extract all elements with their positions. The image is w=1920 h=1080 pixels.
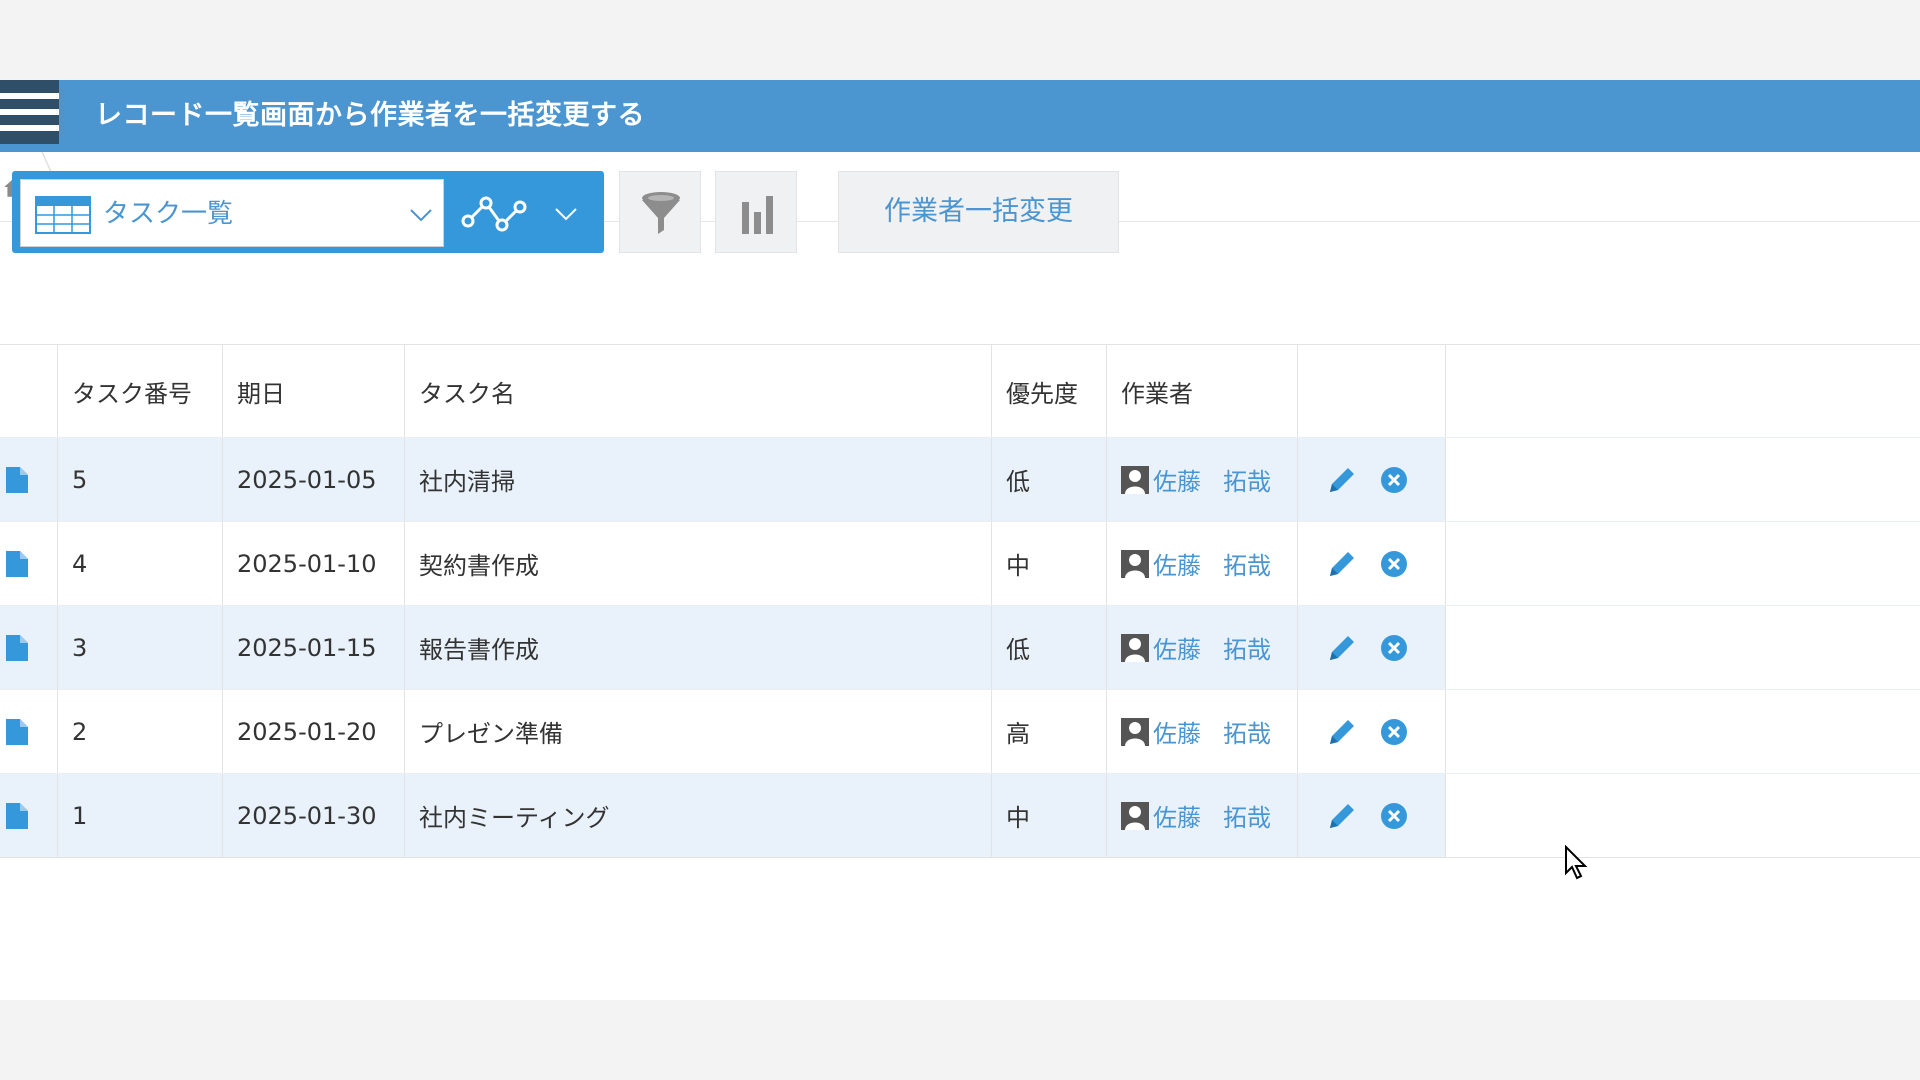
column-header-priority[interactable]: 優先度 <box>992 345 1107 437</box>
cell-due-date: 2025-01-20 <box>223 690 405 773</box>
pencil-icon[interactable] <box>1326 800 1358 832</box>
cell-priority: 高 <box>992 690 1107 773</box>
document-icon[interactable] <box>6 802 28 829</box>
cell-worker: 佐藤 拓哉 <box>1107 522 1298 605</box>
page-bottom-band <box>0 1000 1920 1080</box>
filter-icon <box>642 192 680 234</box>
cell-due-date: 2025-01-15 <box>223 606 405 689</box>
chart-button[interactable] <box>715 171 797 253</box>
cell-priority: 中 <box>992 522 1107 605</box>
record-list-table: タスク番号 期日 タスク名 優先度 作業者 5 2025-01-05 社内清掃 … <box>0 344 1920 858</box>
worker-link[interactable]: 佐藤 拓哉 <box>1153 462 1271 497</box>
pencil-icon[interactable] <box>1326 716 1358 748</box>
page-title: レコード一覧画面から作業者を一括変更する <box>95 100 645 131</box>
cell-task-number: 2 <box>58 690 223 773</box>
worker-link[interactable]: 佐藤 拓哉 <box>1153 630 1271 665</box>
user-icon <box>1121 717 1149 746</box>
table-row: 5 2025-01-05 社内清掃 低 佐藤 拓哉 <box>0 437 1920 521</box>
table-row: 2 2025-01-20 プレゼン準備 高 佐藤 拓哉 <box>0 689 1920 773</box>
document-icon[interactable] <box>6 466 28 493</box>
table-header-row: タスク番号 期日 タスク名 優先度 作業者 <box>0 345 1920 437</box>
graph-selector-button[interactable] <box>446 179 596 247</box>
pencil-icon[interactable] <box>1326 632 1358 664</box>
chevron-down-icon <box>555 208 577 221</box>
column-header-due-date[interactable]: 期日 <box>223 345 405 437</box>
cell-worker: 佐藤 拓哉 <box>1107 438 1298 521</box>
view-name: タスク一覧 <box>103 199 234 229</box>
pencil-icon[interactable] <box>1326 464 1358 496</box>
table-row: 3 2025-01-15 報告書作成 低 佐藤 拓哉 <box>0 605 1920 689</box>
cell-worker: 佐藤 拓哉 <box>1107 774 1298 857</box>
graph-icon <box>461 196 527 232</box>
chevron-down-icon <box>410 209 432 222</box>
worker-link[interactable]: 佐藤 拓哉 <box>1153 546 1271 581</box>
document-icon[interactable] <box>6 634 28 661</box>
delete-icon[interactable] <box>1380 718 1408 746</box>
cell-priority: 低 <box>992 438 1107 521</box>
cell-task-number: 4 <box>58 522 223 605</box>
app-header: レコード一覧画面から作業者を一括変更する <box>0 80 1920 152</box>
cell-due-date: 2025-01-05 <box>223 438 405 521</box>
user-icon <box>1121 549 1149 578</box>
cell-task-number: 3 <box>58 606 223 689</box>
delete-icon[interactable] <box>1380 634 1408 662</box>
cell-task-number: 1 <box>58 774 223 857</box>
document-icon[interactable] <box>6 718 28 745</box>
pencil-icon[interactable] <box>1326 548 1358 580</box>
user-icon <box>1121 801 1149 830</box>
table-row: 4 2025-01-10 契約書作成 中 佐藤 拓哉 <box>0 521 1920 605</box>
view-dropdown[interactable]: タスク一覧 <box>20 179 444 247</box>
delete-icon[interactable] <box>1380 466 1408 494</box>
delete-icon[interactable] <box>1380 550 1408 578</box>
table-icon <box>35 196 91 234</box>
cell-task-name: プレゼン準備 <box>405 690 992 773</box>
worker-link[interactable]: 佐藤 拓哉 <box>1153 714 1271 749</box>
delete-icon[interactable] <box>1380 802 1408 830</box>
cell-worker: 佐藤 拓哉 <box>1107 606 1298 689</box>
cell-worker: 佐藤 拓哉 <box>1107 690 1298 773</box>
bar-chart-icon <box>742 196 773 234</box>
cell-due-date: 2025-01-10 <box>223 522 405 605</box>
table-row: 1 2025-01-30 社内ミーティング 中 佐藤 拓哉 <box>0 773 1920 857</box>
hamburger-icon[interactable] <box>0 80 59 144</box>
cell-task-number: 5 <box>58 438 223 521</box>
cell-priority: 中 <box>992 774 1107 857</box>
cell-task-name: 契約書作成 <box>405 522 992 605</box>
column-header-task-number[interactable]: タスク番号 <box>58 345 223 437</box>
user-icon <box>1121 465 1149 494</box>
cell-task-name: 社内ミーティング <box>405 774 992 857</box>
cell-due-date: 2025-01-30 <box>223 774 405 857</box>
cell-task-name: 社内清掃 <box>405 438 992 521</box>
document-icon[interactable] <box>6 550 28 577</box>
bulk-change-worker-button[interactable]: 作業者一括変更 <box>838 171 1119 253</box>
cell-task-name: 報告書作成 <box>405 606 992 689</box>
column-header-worker[interactable]: 作業者 <box>1107 345 1298 437</box>
filter-button[interactable] <box>619 171 701 253</box>
mouse-cursor-icon <box>1565 845 1588 880</box>
user-icon <box>1121 633 1149 662</box>
cell-priority: 低 <box>992 606 1107 689</box>
column-header-task-name[interactable]: タスク名 <box>405 345 992 437</box>
worker-link[interactable]: 佐藤 拓哉 <box>1153 798 1271 833</box>
